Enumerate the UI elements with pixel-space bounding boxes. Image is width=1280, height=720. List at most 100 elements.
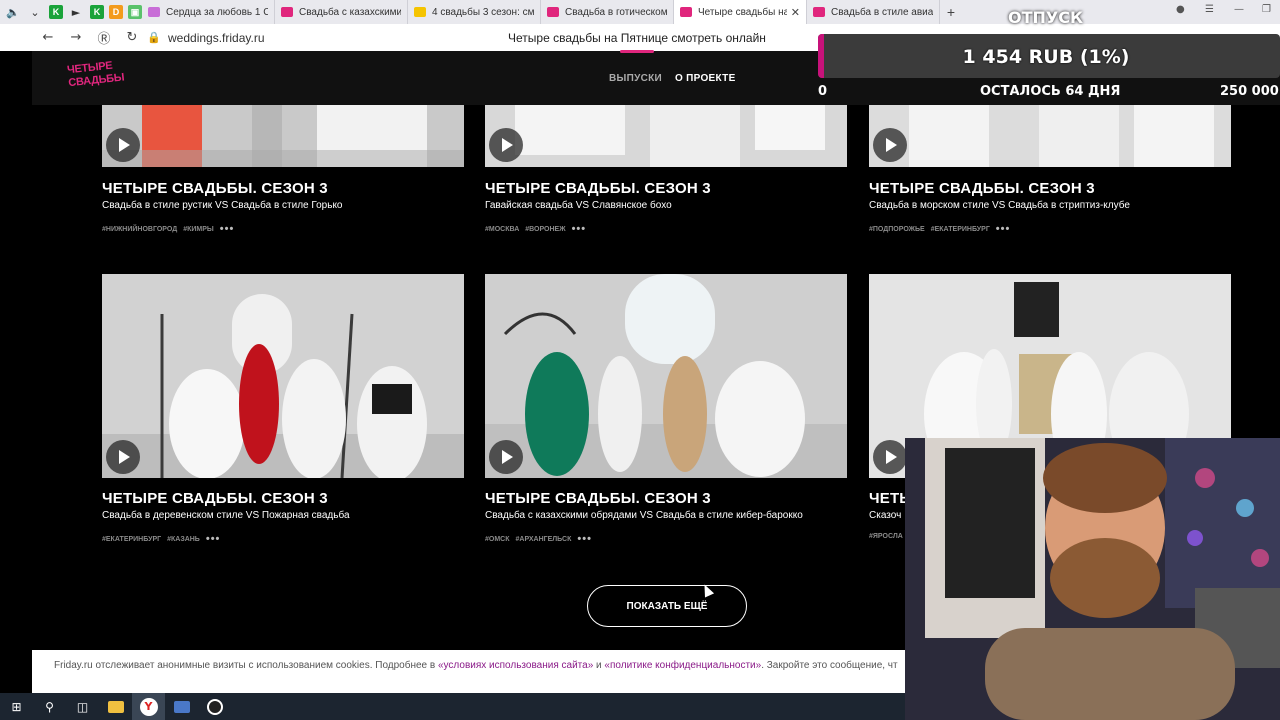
browser-tab[interactable]: Свадьба с казахскими об [275, 0, 408, 24]
more-tags-icon[interactable]: ••• [996, 223, 1011, 235]
tag-link[interactable]: #ВОРОНЕЖ [525, 226, 565, 233]
episode-thumbnail[interactable] [485, 105, 847, 167]
tab-favicon [813, 7, 825, 17]
episode-thumbnail[interactable] [102, 274, 464, 478]
donation-label: ОТПУСК [1008, 8, 1084, 27]
close-tab-icon[interactable]: ✕ [791, 6, 800, 19]
card-tags: #ЯРОСЛА [869, 533, 903, 540]
cookie-text: . Закройте это сообщение, чт [761, 660, 898, 671]
windows-start-icon[interactable]: ⊞ [0, 693, 33, 720]
episode-thumbnail[interactable] [485, 274, 847, 478]
tag-link[interactable]: #ПОДПОРОЖЬЕ [869, 226, 925, 233]
sound-icon[interactable]: 🔈 [4, 3, 22, 21]
chevron-down-icon[interactable]: ⌄ [26, 3, 44, 21]
play-icon[interactable] [873, 440, 907, 474]
play-icon[interactable] [873, 128, 907, 162]
lock-icon[interactable]: 🔒 [146, 31, 162, 44]
card-subtitle[interactable]: Сказоч [869, 510, 901, 521]
yandex-browser-icon[interactable]: Y [132, 693, 165, 720]
tab-favicon [281, 7, 293, 17]
tag-link[interactable]: #ОМСК [485, 536, 510, 543]
card-tags: #НИЖНИЙНОВГОРОД #КИМРЫ ••• [102, 223, 234, 235]
tag-link[interactable]: #ЯРОСЛА [869, 533, 903, 540]
browser-tab-bar: 🔈 ⌄ K ► K D ▣ Сердца за любовь 1 Сезо Св… [0, 0, 1280, 24]
browser-tab-active[interactable]: Четыре свадьбы на Пя ✕ [674, 0, 807, 24]
card-subtitle[interactable]: Свадьба в стиле рустик VS Свадьба в стил… [102, 200, 343, 211]
tab-label: Четыре свадьбы на Пя [698, 6, 787, 18]
forward-icon[interactable]: → [62, 30, 90, 45]
card-subtitle[interactable]: Свадьба в морском стиле VS Свадьба в стр… [869, 200, 1130, 211]
restore-icon[interactable]: ❐ [1262, 4, 1271, 15]
donation-min: 0 [818, 84, 828, 99]
tab-label: Сердца за любовь 1 Сезо [166, 6, 268, 18]
search-icon[interactable]: ⚲ [33, 693, 66, 720]
donation-goal: 250 000 [1220, 84, 1279, 99]
extension-icon[interactable]: K [49, 5, 63, 19]
tab-favicon [414, 7, 426, 17]
card-subtitle[interactable]: Свадьба с казахскими обрядами VS Свадьба… [485, 510, 803, 521]
nav-active-indicator [620, 50, 654, 53]
tag-link[interactable]: #АРХАНГЕЛЬСК [516, 536, 572, 543]
browser-tab[interactable]: Свадьба в готическом ст [541, 0, 674, 24]
thumbnail-image [102, 274, 464, 478]
card-tags: #ПОДПОРОЖЬЕ #ЕКАТЕРИНБУРГ ••• [869, 223, 1010, 235]
task-view-icon[interactable]: ◫ [66, 693, 99, 720]
donation-goal-widget: ОТПУСК 1 454 RUB (1%) 0 ОСТАЛОСЬ 64 ДНЯ … [818, 8, 1280, 106]
tag-link[interactable]: #КИМРЫ [183, 226, 214, 233]
card-title[interactable]: ЧЕТЫРЕ СВАДЬБЫ. СЕЗОН 3 [485, 490, 711, 507]
menu-icon[interactable]: ☰ [1205, 4, 1214, 15]
minimize-icon[interactable]: — [1234, 4, 1244, 15]
more-tags-icon[interactable]: ••• [572, 223, 587, 235]
back-icon[interactable]: ← [34, 30, 62, 45]
card-subtitle[interactable]: Свадьба в деревенском стиле VS Пожарная … [102, 510, 350, 521]
play-icon[interactable] [489, 440, 523, 474]
yandex-icon[interactable]: Ⓡ [90, 28, 118, 47]
extension-icon[interactable]: K [90, 5, 104, 19]
show-more-button[interactable]: ПОКАЗАТЬ ЕЩЁ [587, 585, 747, 627]
card-tags: #МОСКВА #ВОРОНЕЖ ••• [485, 223, 586, 235]
card-subtitle[interactable]: Гавайская свадьба VS Славянское бохо [485, 200, 672, 211]
new-tab-button[interactable]: + [940, 1, 962, 23]
more-tags-icon[interactable]: ••• [220, 223, 235, 235]
reload-icon[interactable]: ↻ [118, 30, 146, 45]
obs-icon[interactable] [198, 693, 231, 720]
extension-icon[interactable]: ▣ [128, 5, 142, 19]
episode-thumbnail[interactable] [869, 105, 1231, 167]
url-field[interactable]: weddings.friday.ru [168, 31, 265, 45]
more-tags-icon[interactable]: ••• [577, 533, 592, 545]
card-tags: #ЕКАТЕРИНБУРГ #КАЗАНЬ ••• [102, 533, 220, 545]
privacy-link[interactable]: «политике конфиденциальности» [604, 660, 761, 671]
extension-icon[interactable]: D [109, 5, 123, 19]
tag-link[interactable]: #НИЖНИЙНОВГОРОД [102, 226, 177, 233]
card-title[interactable]: ЧЕТЫРЕ СВАДЬБЫ. СЕЗОН 3 [102, 490, 328, 507]
cookie-banner: Friday.ru отслеживает анонимные визиты с… [32, 650, 905, 693]
tag-link[interactable]: #ЕКАТЕРИНБУРГ [931, 226, 990, 233]
site-logo[interactable]: ЧЕТЫРЕ СВАДЬБЫ [67, 58, 134, 97]
donation-days-left: ОСТАЛОСЬ 64 ДНЯ [980, 84, 1121, 99]
profile-icon[interactable]: ● [1176, 4, 1185, 15]
tag-link[interactable]: #МОСКВА [485, 226, 519, 233]
nav-episodes[interactable]: ВЫПУСКИ [609, 73, 662, 84]
browser-tab[interactable]: 4 свадьбы 3 сезон: смотр [408, 0, 541, 24]
card-title[interactable]: ЧЕТЫРЕ СВАДЬБЫ. СЕЗОН 3 [102, 180, 328, 197]
tab-favicon [547, 7, 559, 17]
thumbnail-image [485, 105, 847, 167]
app-icon[interactable] [165, 693, 198, 720]
browser-tab[interactable]: Свадьба в стиле авиаци [807, 0, 940, 24]
tag-link[interactable]: #КАЗАНЬ [167, 536, 200, 543]
card-title[interactable]: ЧЕТЫРЕ СВАДЬБЫ. СЕЗОН 3 [869, 180, 1095, 197]
mute-icon[interactable]: ► [67, 3, 85, 21]
play-icon[interactable] [106, 440, 140, 474]
file-explorer-icon[interactable] [99, 693, 132, 720]
terms-link[interactable]: «условиях использования сайта» [438, 660, 593, 671]
tag-link[interactable]: #ЕКАТЕРИНБУРГ [102, 536, 161, 543]
play-icon[interactable] [106, 128, 140, 162]
play-icon[interactable] [489, 128, 523, 162]
card-title[interactable]: ЧЕТЫРЕ СВАДЬБЫ. СЕЗОН 3 [485, 180, 711, 197]
more-tags-icon[interactable]: ••• [206, 533, 221, 545]
nav-about[interactable]: О ПРОЕКТЕ [675, 73, 736, 84]
browser-tab[interactable]: Сердца за любовь 1 Сезо [142, 0, 275, 24]
webcam-image [905, 438, 1280, 720]
episode-thumbnail[interactable] [102, 105, 464, 167]
screen: 🔈 ⌄ K ► K D ▣ Сердца за любовь 1 Сезо Св… [0, 0, 1280, 720]
